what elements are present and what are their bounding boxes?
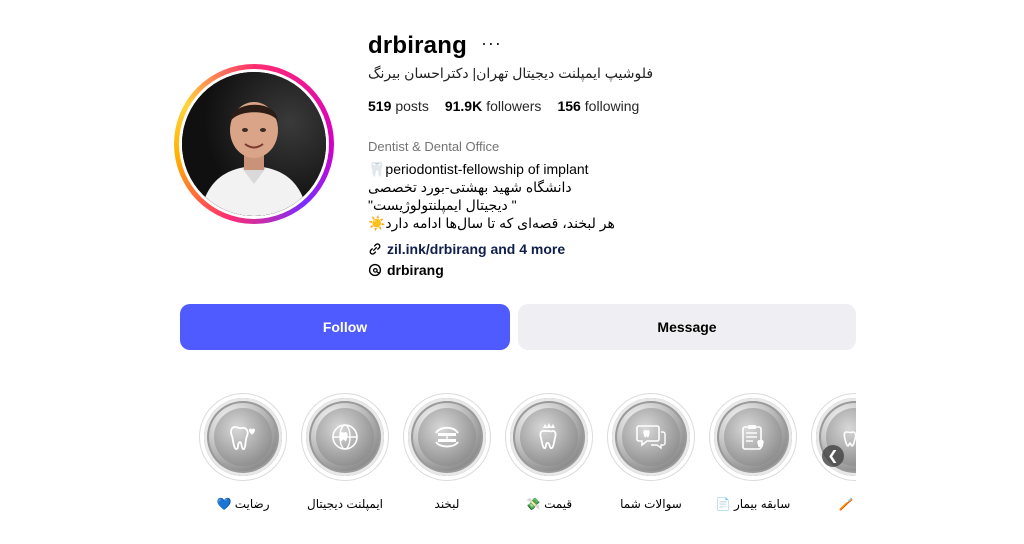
profile-photo bbox=[182, 72, 326, 216]
profile-stats: 519 posts 91.9K followers 156 following bbox=[368, 98, 639, 114]
tooth-heart-icon bbox=[230, 426, 255, 451]
external-link-text[interactable]: zil.ink/drbirang and 4 more bbox=[387, 241, 565, 257]
dentures-icon bbox=[435, 426, 459, 448]
bio-line: هر لبخند، قصه‌ای که تا سال‌ها ادامه دارد… bbox=[368, 215, 615, 231]
highlight-disc bbox=[306, 398, 384, 476]
highlight-cover bbox=[301, 393, 389, 481]
highlight-cover bbox=[709, 393, 797, 481]
highlight-cover bbox=[811, 393, 856, 481]
highlight-label: سوالات شما bbox=[620, 497, 682, 511]
story-ring[interactable] bbox=[174, 64, 334, 224]
highlight-label: لبخند bbox=[434, 497, 460, 511]
username: drbirang bbox=[368, 32, 467, 59]
highlight-label: ایمپلنت دیجیتال bbox=[307, 497, 383, 511]
bio-line: " دیجیتال ایمپلنتولوژیست" bbox=[368, 197, 517, 213]
avatar[interactable] bbox=[182, 72, 326, 216]
bio-line: 🦷periodontist-fellowship of implant bbox=[368, 161, 589, 177]
bio-line: دانشگاه شهید بهشتی-بورد تخصصی bbox=[368, 179, 572, 195]
highlight-disc bbox=[612, 398, 690, 476]
link-icon bbox=[369, 243, 381, 255]
posts-stat: 519 posts bbox=[368, 98, 429, 114]
external-link[interactable]: zil.ink/drbirang and 4 more bbox=[368, 241, 565, 257]
following-label: following bbox=[584, 98, 640, 114]
highlight-item[interactable]: قیمت 💸 bbox=[498, 393, 600, 511]
highlight-cover bbox=[403, 393, 491, 481]
highlight-cover bbox=[607, 393, 695, 481]
follow-button[interactable]: Follow bbox=[180, 304, 510, 350]
highlight-item[interactable]: ایمپلنت دیجیتال bbox=[294, 393, 396, 511]
crown-tooth-icon bbox=[539, 423, 557, 450]
highlight-label: سابقه بیمار 📄 bbox=[715, 497, 791, 511]
highlight-disc bbox=[714, 398, 792, 476]
clipboard-tooth-icon bbox=[742, 425, 764, 450]
highlight-item[interactable]: سابقه بیمار 📄 bbox=[702, 393, 804, 511]
highlight-item[interactable]: سوالات شما bbox=[600, 393, 702, 511]
highlight-inner bbox=[622, 408, 680, 466]
username-row: drbirang ··· bbox=[368, 32, 502, 60]
story-highlights: رضایت 💙 ایمپلنت دیجیتال لبخند قیمت 💸 سوا… bbox=[192, 393, 856, 523]
following-count: 156 bbox=[557, 98, 581, 114]
highlight-inner bbox=[214, 408, 272, 466]
threads-link[interactable]: drbirang bbox=[368, 262, 444, 278]
chevron-left-icon[interactable]: ❮ bbox=[822, 445, 844, 467]
highlight-label: قیمت 💸 bbox=[525, 497, 573, 511]
profile-category: Dentist & Dental Office bbox=[368, 139, 500, 154]
avatar-border bbox=[179, 69, 329, 219]
highlight-item[interactable]: رضایت 💙 bbox=[192, 393, 294, 511]
following-stat[interactable]: 156 following bbox=[557, 98, 639, 114]
highlight-disc bbox=[408, 398, 486, 476]
followers-label: followers bbox=[486, 98, 542, 114]
followers-count: 91.9K bbox=[444, 98, 483, 114]
threads-handle[interactable]: drbirang bbox=[387, 262, 444, 278]
posts-count: 519 bbox=[368, 98, 392, 114]
followers-stat[interactable]: 91.9K followers bbox=[445, 98, 542, 114]
highlight-inner bbox=[316, 408, 374, 466]
highlight-cover bbox=[199, 393, 287, 481]
posts-label: posts bbox=[395, 98, 429, 114]
highlight-label: اک 🪥 bbox=[838, 497, 856, 511]
highlight-inner bbox=[418, 408, 476, 466]
message-button[interactable]: Message bbox=[518, 304, 856, 350]
profile-page: drbirang ··· فلوشیپ ایمپلنت دیجیتال تهرا… bbox=[0, 0, 1024, 544]
highlight-inner bbox=[724, 408, 782, 466]
threads-icon bbox=[368, 263, 382, 277]
highlight-inner bbox=[520, 408, 578, 466]
highlight-disc bbox=[204, 398, 282, 476]
full-name: فلوشیپ ایمپلنت دیجیتال تهران| دکتراحسان … bbox=[368, 65, 654, 81]
bio: 🦷periodontist-fellowship of implant دانش… bbox=[368, 160, 615, 232]
highlight-label: رضایت 💙 bbox=[216, 497, 270, 511]
highlight-item[interactable]: لبخند bbox=[396, 393, 498, 511]
highlight-cover bbox=[505, 393, 593, 481]
globe-tooth-icon bbox=[332, 424, 358, 450]
more-options-icon[interactable]: ··· bbox=[481, 33, 502, 54]
chat-tooth-icon bbox=[636, 425, 666, 450]
highlight-disc bbox=[510, 398, 588, 476]
